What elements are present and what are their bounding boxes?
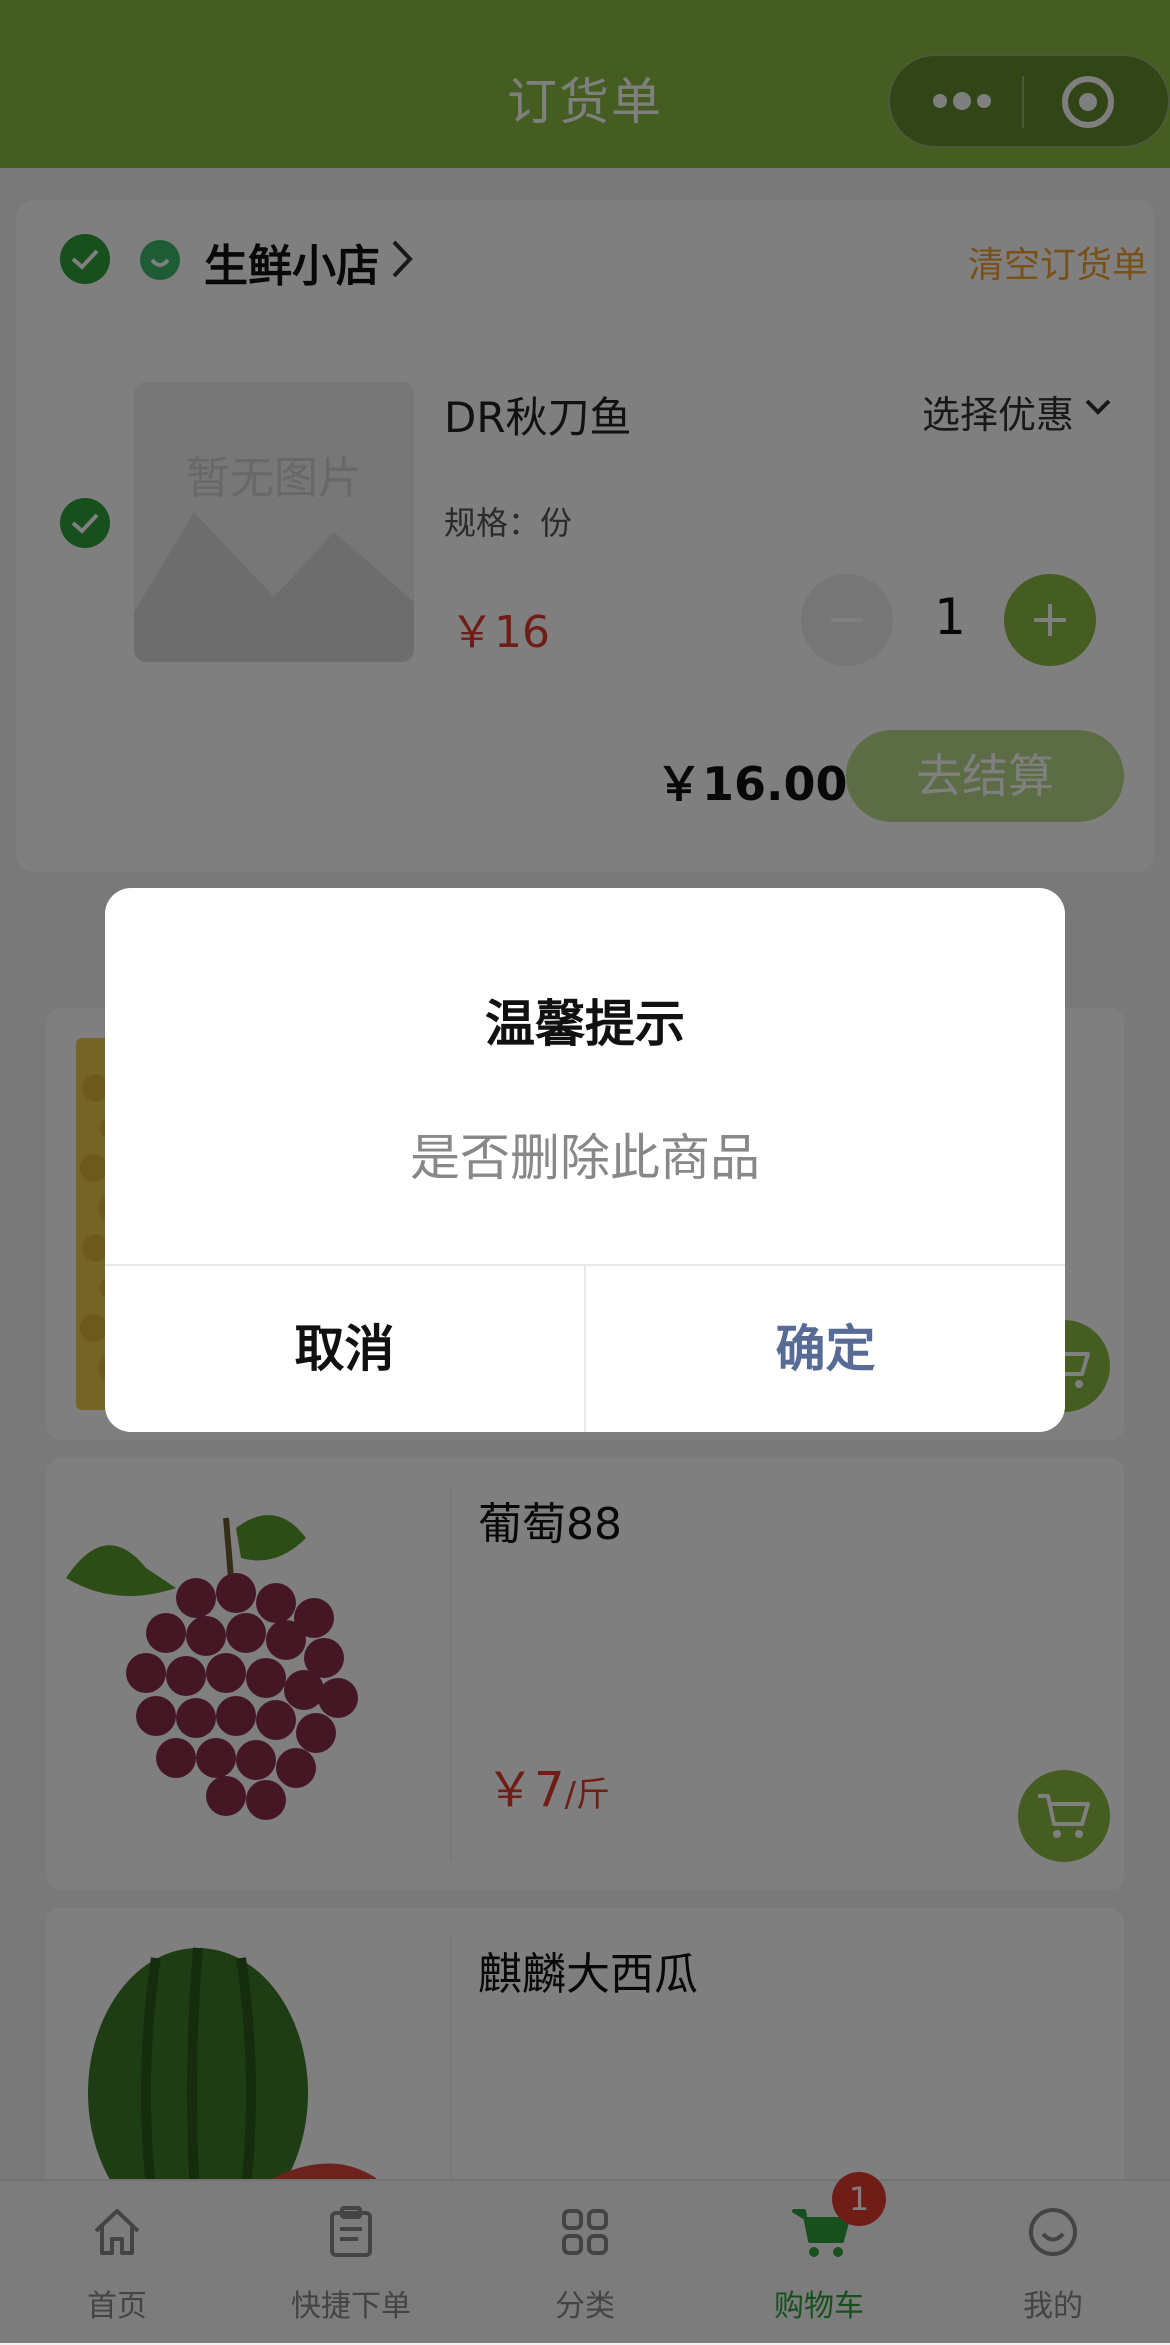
confirm-dialog: 温馨提示 是否删除此商品 取消 确定: [105, 888, 1065, 1432]
confirm-button[interactable]: 确定: [586, 1266, 1065, 1432]
dialog-title: 温馨提示: [485, 995, 685, 1053]
dialog-message: 是否删除此商品: [410, 1129, 760, 1187]
cancel-button[interactable]: 取消: [105, 1266, 584, 1432]
